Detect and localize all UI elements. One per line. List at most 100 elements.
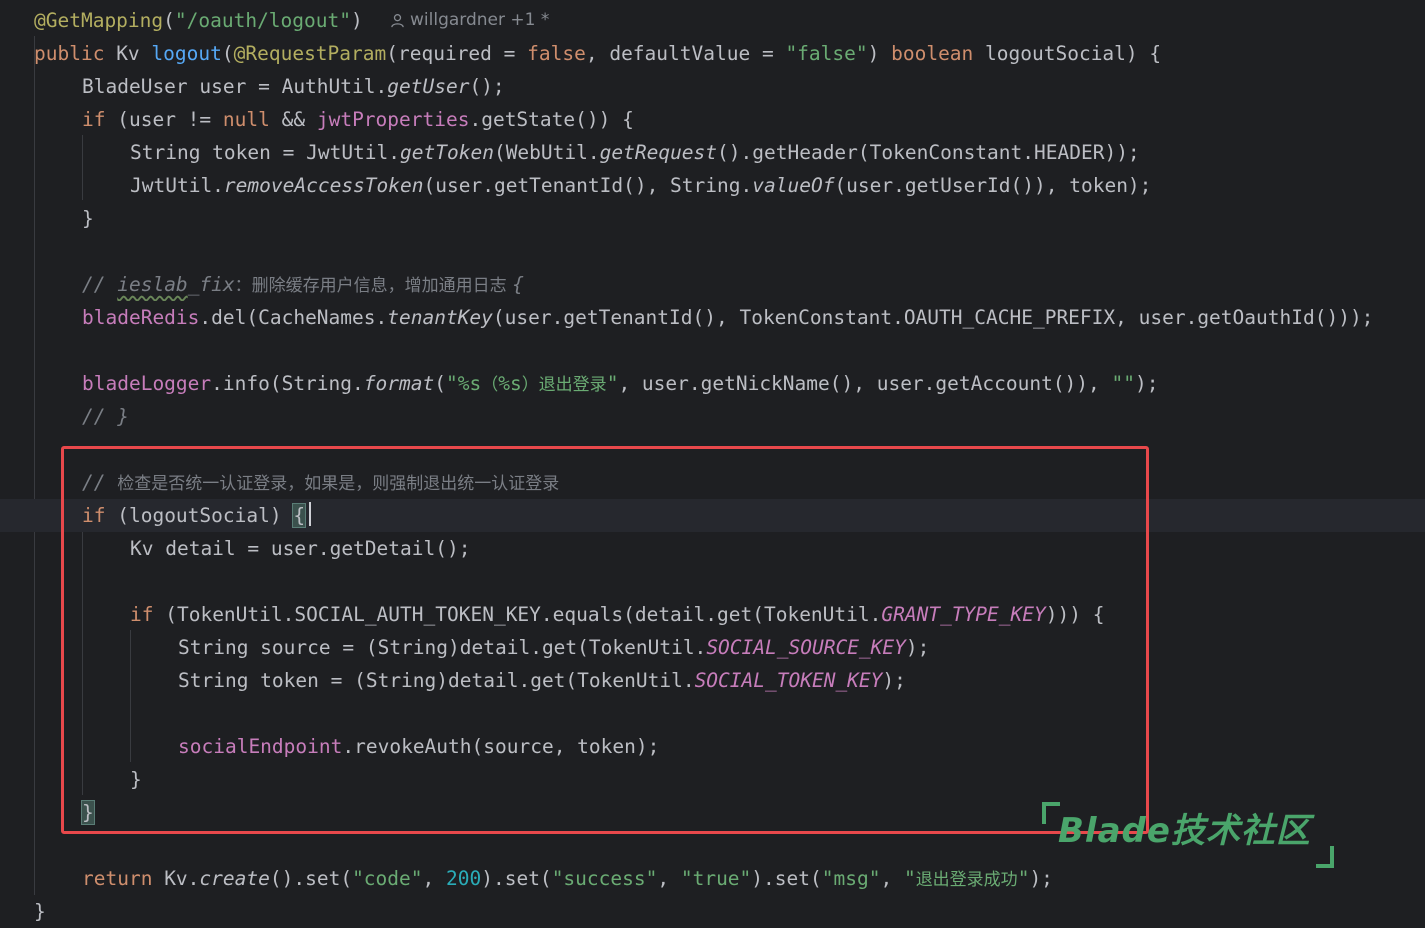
code-token: Kv. <box>164 867 200 890</box>
code-token: } <box>82 207 94 230</box>
code-line[interactable]: public Kv logout(@RequestParam(required … <box>0 37 1425 70</box>
code-token: , defaultValue = <box>585 42 786 65</box>
watermark-corner-bottom-right <box>1316 846 1334 868</box>
code-token: boolean <box>891 42 986 65</box>
code-token: (user.getUserId()), token); <box>834 174 1152 197</box>
code-token: 200 <box>446 867 482 890</box>
code-token: "success" <box>551 867 658 890</box>
code-line-content: JwtUtil.removeAccessToken(user.getTenant… <box>130 169 1151 202</box>
code-line[interactable]: if (user != null && jwtProperties.getSta… <box>0 103 1425 136</box>
code-line[interactable]: // } <box>0 400 1425 433</box>
code-token: if <box>82 108 118 131</box>
code-token: "/oauth/logout" <box>174 9 351 32</box>
code-token: return <box>82 867 165 890</box>
code-token: "%s <box>445 372 482 395</box>
code-token: null <box>222 108 282 131</box>
code-line[interactable]: @GetMapping("/oauth/logout") <box>0 4 1425 37</box>
code-token: ) <box>867 42 892 65</box>
code-token: JwtUtil. <box>130 174 224 197</box>
code-line-content: BladeUser user = AuthUtil.getUser(); <box>82 70 505 103</box>
code-token: @GetMapping <box>34 9 164 32</box>
code-line[interactable]: String token = JwtUtil.getToken(WebUtil.… <box>0 136 1425 169</box>
code-token: "code" <box>352 867 423 890</box>
code-token: ieslab <box>117 273 188 296</box>
code-line-content: bladeLogger.info(String.format("%s（%s）退出… <box>82 367 1159 400</box>
code-token: , <box>657 867 681 890</box>
code-token: (user.getTenantId(), TokenConstant.OAUTH… <box>492 306 1374 329</box>
code-token: .del(CacheNames. <box>199 306 388 329</box>
code-token: BladeUser user = AuthUtil. <box>82 75 388 98</box>
code-token: (WebUtil. <box>493 141 600 164</box>
code-token: tenantKey <box>387 306 493 329</box>
code-line[interactable]: } <box>0 895 1425 928</box>
code-token: , user.getNickName(), user.getAccount())… <box>618 372 1112 395</box>
code-token: ( <box>434 372 446 395</box>
code-line-content: return Kv.create().set("code", 200).set(… <box>82 862 1053 895</box>
code-line[interactable]: bladeLogger.info(String.format("%s（%s）退出… <box>0 367 1425 400</box>
code-token: getToken <box>400 141 494 164</box>
code-token: " <box>606 372 619 395</box>
code-line-content: if (user != null && jwtProperties.getSta… <box>82 103 634 136</box>
code-token: bladeRedis <box>82 306 200 329</box>
code-token: ).set( <box>751 867 822 890</box>
code-token: // } <box>82 405 129 428</box>
code-token: logout <box>151 42 222 65</box>
code-line-content: // ieslab_fix：删除缓存用户信息，增加通用日志 { <box>82 268 524 301</box>
code-token: jwtProperties <box>316 108 470 131</box>
code-line[interactable]: return Kv.create().set("code", 200).set(… <box>0 862 1425 895</box>
code-token: "false" <box>785 42 868 65</box>
highlight-box <box>61 446 1149 834</box>
code-token: bladeLogger <box>82 372 212 395</box>
code-line[interactable]: bladeRedis.del(CacheNames.tenantKey(user… <box>0 301 1425 334</box>
code-token: " <box>903 867 916 890</box>
code-token: ).set( <box>481 867 552 890</box>
code-token: // <box>82 273 118 296</box>
code-token: ( <box>221 42 234 65</box>
code-token: create <box>199 867 270 890</box>
code-line[interactable]: JwtUtil.removeAccessToken(user.getTenant… <box>0 169 1425 202</box>
code-line[interactable]: } <box>0 202 1425 235</box>
code-token: %s <box>498 372 522 395</box>
user-icon <box>391 14 404 28</box>
code-token: 退出登录成功 <box>915 870 1018 890</box>
author-text: willgardner +1 * <box>410 10 550 30</box>
code-token: ：删除缓存用户信息，增加通用日志 <box>234 276 513 296</box>
code-token: && <box>281 108 317 131</box>
code-line-content: bladeRedis.del(CacheNames.tenantKey(user… <box>82 301 1373 334</box>
code-line[interactable]: // ieslab_fix：删除缓存用户信息，增加通用日志 { <box>0 268 1425 301</box>
author-annotation[interactable]: willgardner +1 * <box>390 8 549 32</box>
code-token: ）退出登录 <box>521 375 607 395</box>
watermark-text: Blade技术社区 <box>1058 811 1311 851</box>
code-token: String token = JwtUtil. <box>130 141 401 164</box>
code-token: public <box>34 42 117 65</box>
code-line-content: String token = JwtUtil.getToken(WebUtil.… <box>130 136 1140 169</box>
code-token: "true" <box>680 867 752 890</box>
code-token: "msg" <box>821 867 881 890</box>
code-token: ().set( <box>269 867 353 890</box>
code-token: (); <box>469 75 505 98</box>
code-token: } <box>34 900 46 923</box>
code-token: .getState()) { <box>469 108 634 131</box>
code-token: （ <box>481 375 499 395</box>
code-token: ); <box>1135 372 1159 395</box>
code-token: " <box>1017 867 1030 890</box>
code-token: "" <box>1111 372 1136 395</box>
code-token: ().getHeader(TokenConstant.HEADER)); <box>717 141 1140 164</box>
code-token: getRequest <box>599 141 718 164</box>
code-line[interactable]: BladeUser user = AuthUtil.getUser(); <box>0 70 1425 103</box>
code-token: ) <box>351 9 363 32</box>
code-token: ); <box>1029 867 1053 890</box>
code-token: @RequestParam <box>233 42 387 65</box>
code-token: getUser <box>387 75 470 98</box>
code-editor[interactable]: @GetMapping("/oauth/logout") public Kv lo… <box>0 0 1425 923</box>
code-token: , <box>880 867 904 890</box>
code-line-content: } <box>82 202 94 235</box>
code-token: { <box>512 273 524 296</box>
code-token: (user.getTenantId(), String. <box>423 174 753 197</box>
code-token: valueOf <box>752 174 835 197</box>
code-token: (user != <box>117 108 223 131</box>
code-token: , <box>422 867 446 890</box>
code-token: format <box>363 372 435 395</box>
code-line-content: } <box>34 895 46 928</box>
code-line-content: @GetMapping("/oauth/logout") <box>34 4 363 37</box>
